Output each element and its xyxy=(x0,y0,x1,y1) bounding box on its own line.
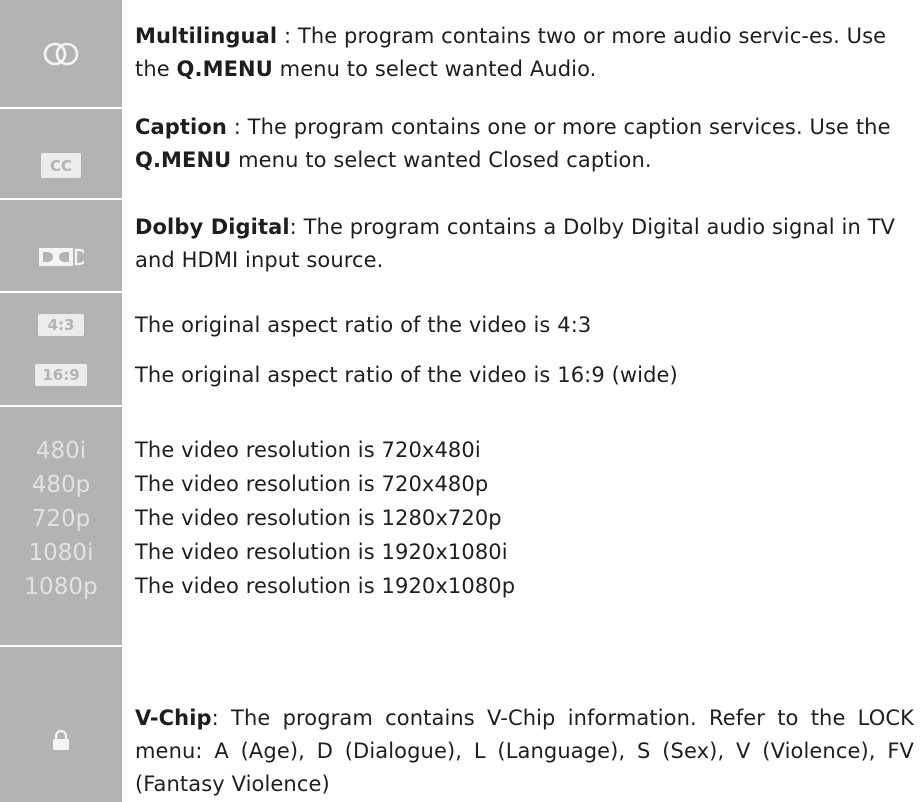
caption-term: Caption xyxy=(135,115,227,139)
res-480i-text: The video resolution is 720x480i xyxy=(135,438,481,462)
aspect-16-9-icon: 16:9 xyxy=(0,360,122,390)
res-1080i-label: 1080i xyxy=(28,540,94,566)
dolby-term: Dolby Digital xyxy=(135,215,290,239)
res-480p-label: 480p xyxy=(31,472,91,498)
vchip-term: V-Chip xyxy=(135,706,212,730)
caption-cc-badge: CC xyxy=(41,153,81,178)
vchip-text: : The program contains V-Chip informatio… xyxy=(135,706,914,796)
res-720p-text: The video resolution is 1280x720p xyxy=(135,506,502,530)
multilingual-description: Multilingual : The program contains two … xyxy=(135,20,914,86)
multilingual-text-part2: menu to select wanted Audio. xyxy=(272,57,597,81)
multilingual-term: Multilingual xyxy=(135,24,278,48)
aspect-16-9-text: The original aspect ratio of the video i… xyxy=(135,363,678,387)
qmenu-reference: Q.MENU xyxy=(135,148,232,172)
aspect-4-3-badge: 4:3 xyxy=(38,314,84,336)
dolby-description: Dolby Digital: The program contains a Do… xyxy=(135,211,914,277)
res-480p-text: The video resolution is 720x480p xyxy=(135,472,489,496)
res-1080i-text: The video resolution is 1920x1080i xyxy=(135,540,508,564)
res-720p-label: 720p xyxy=(31,506,91,532)
vchip-description: V-Chip: The program contains V-Chip info… xyxy=(135,702,914,801)
aspect-4-3-text: The original aspect ratio of the video i… xyxy=(135,313,592,337)
res-1080p-text: The video resolution is 1920x1080p xyxy=(135,574,516,598)
caption-cc-icon: CC xyxy=(0,109,122,198)
lock-icon xyxy=(0,647,122,802)
res-1080p-label: 1080p xyxy=(24,574,98,600)
caption-text-part2: menu to select wanted Closed caption. xyxy=(231,148,652,172)
caption-description: Caption : The program contains one or mo… xyxy=(135,111,914,177)
aspect-16-9-badge: 16:9 xyxy=(35,364,87,386)
multilingual-icon xyxy=(0,0,122,107)
res-480i-label: 480i xyxy=(35,438,87,464)
qmenu-reference: Q.MENU xyxy=(176,57,273,81)
aspect-4-3-icon: 4:3 xyxy=(0,310,122,340)
caption-text-part1: : The program contains one or more capti… xyxy=(226,115,891,139)
dolby-digital-icon xyxy=(0,200,122,291)
